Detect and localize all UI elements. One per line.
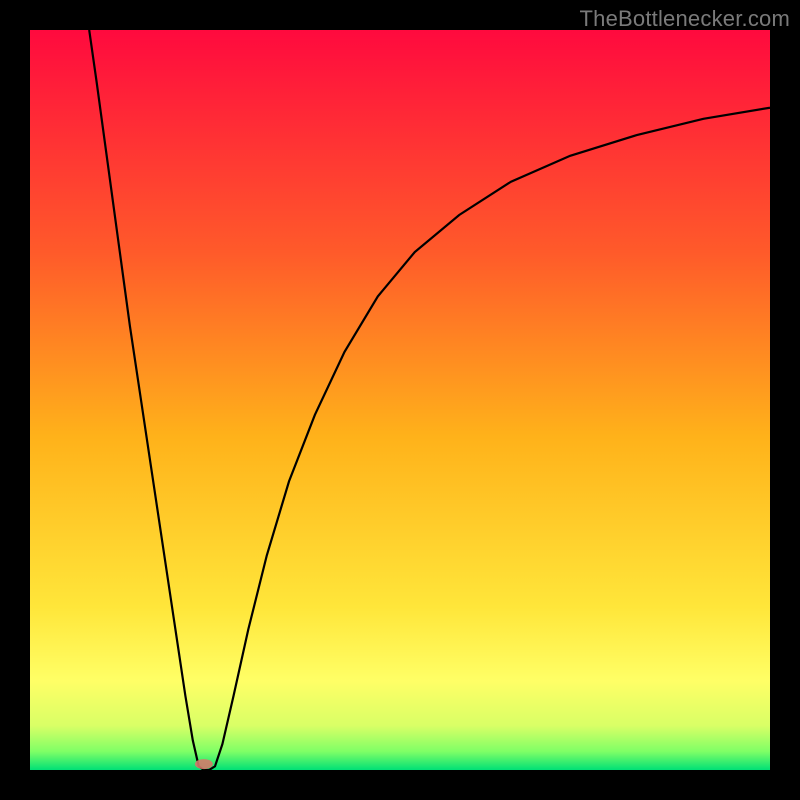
chart-svg: [30, 30, 770, 770]
chart-frame: [30, 30, 770, 770]
watermark-text: TheBottlenecker.com: [580, 6, 790, 32]
marker-dot: [195, 759, 213, 769]
